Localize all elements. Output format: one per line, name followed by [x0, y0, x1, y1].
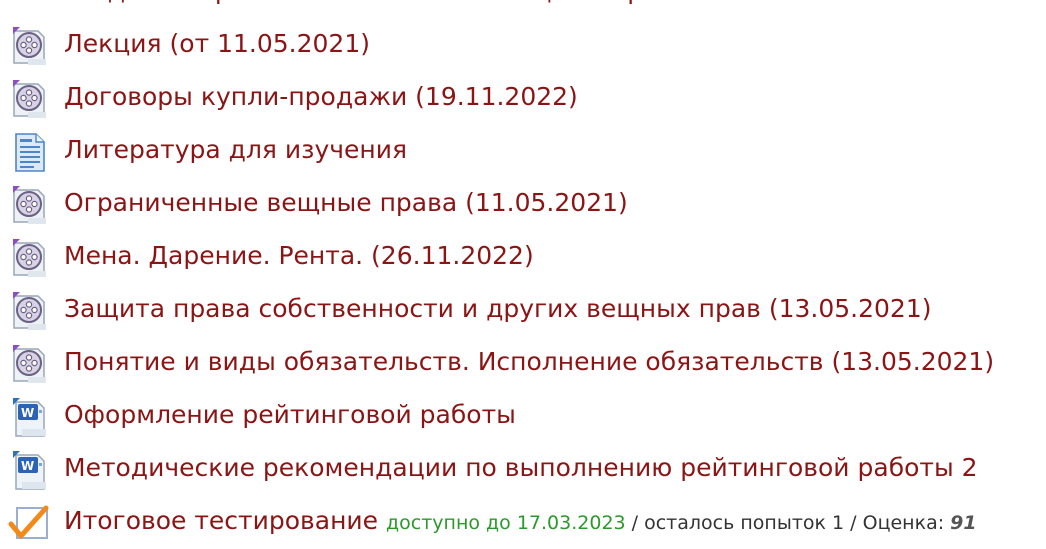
list-item: Литература для изучения — [0, 127, 1046, 180]
video-file-icon — [8, 290, 50, 332]
resource-link-literature[interactable]: Литература для изучения — [64, 135, 407, 164]
video-file-icon — [8, 184, 50, 226]
resource-link-sale-contracts[interactable]: Договоры купли-продажи (19.11.2022) — [64, 82, 578, 111]
partial-section-heading: Раздел 1. Право собственности. Вещные пр… — [64, 0, 688, 8]
resource-link-exchange-gift-rent[interactable]: Мена. Дарение. Рента. (26.11.2022) — [64, 241, 534, 270]
quiz-link[interactable]: Итоговое тестирование — [64, 506, 378, 535]
checkbox-icon — [8, 502, 50, 544]
quiz-grade-label: Оценка: — [862, 512, 951, 534]
quiz-grade-value: 91 — [950, 512, 977, 534]
quiz-availability: доступно до 17.03.2023 — [386, 512, 626, 534]
resource-link-lecture[interactable]: Лекция (от 11.05.2021) — [64, 29, 370, 58]
word-document-icon: W — [8, 396, 50, 438]
resource-link-rating-work-format[interactable]: Оформление рейтинговой работы — [64, 400, 516, 429]
quiz-separator: / — [844, 512, 863, 534]
list-item: Защита права собственности и других вещн… — [0, 286, 1046, 339]
resource-link-property-protection[interactable]: Защита права собственности и других вещн… — [64, 294, 932, 323]
video-file-icon — [8, 237, 50, 279]
word-document-icon: W — [8, 449, 50, 491]
svg-text:W: W — [21, 459, 34, 473]
list-item-quiz: Итоговое тестирование доступно до 17.03.… — [0, 498, 1046, 549]
svg-text:W: W — [21, 406, 34, 420]
list-item: Ограниченные вещные права (11.05.2021) — [0, 180, 1046, 233]
video-file-icon — [8, 25, 50, 67]
quiz-row: Итоговое тестирование доступно до 17.03.… — [64, 506, 977, 535]
resource-link-obligations[interactable]: Понятие и виды обязательств. Исполнение … — [64, 347, 994, 376]
list-item: W Оформление рейтинговой работы — [0, 392, 1046, 445]
course-resource-list: Лекция (от 11.05.2021) Договоры купли-пр… — [0, 21, 1046, 549]
video-file-icon — [8, 78, 50, 120]
list-item: Мена. Дарение. Рента. (26.11.2022) — [0, 233, 1046, 286]
list-item: Лекция (от 11.05.2021) — [0, 21, 1046, 74]
text-document-icon — [8, 131, 50, 173]
video-file-icon — [8, 343, 50, 385]
list-item: W Методические рекомендации по выполнени… — [0, 445, 1046, 498]
resource-link-limited-rights[interactable]: Ограниченные вещные права (11.05.2021) — [64, 188, 628, 217]
list-item: Договоры купли-продажи (19.11.2022) — [0, 74, 1046, 127]
list-item: Понятие и виды обязательств. Исполнение … — [0, 339, 1046, 392]
quiz-attempts: осталось попыток 1 — [644, 512, 845, 534]
quiz-separator: / — [625, 512, 645, 534]
resource-link-methodical-recommendations[interactable]: Методические рекомендации по выполнению … — [64, 453, 978, 482]
